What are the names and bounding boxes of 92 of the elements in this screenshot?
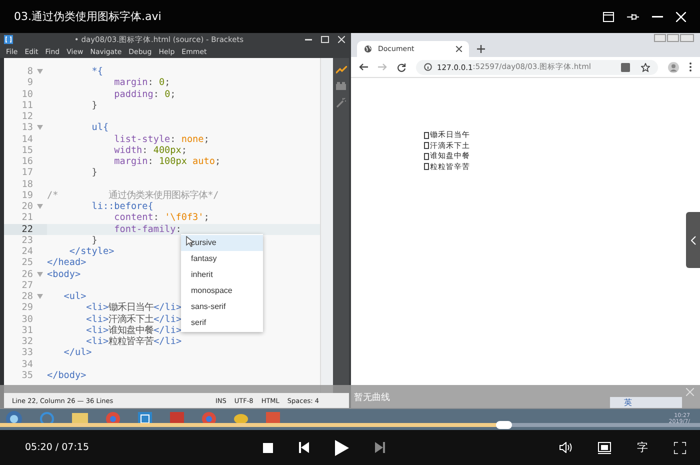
chevron-left-icon [690, 236, 696, 244]
code-line: width: 400px; [113, 144, 187, 156]
code-line: } [90, 167, 98, 178]
code-line: </body> [47, 370, 86, 381]
autocomplete-option[interactable]: cursive [181, 235, 263, 251]
line-number: 15 [20, 144, 34, 156]
translate-icon[interactable] [621, 62, 630, 72]
line-number: 20 [4, 201, 47, 212]
line-number: 28 [4, 291, 47, 302]
next-icon[interactable] [375, 442, 385, 453]
code-line: </head> [47, 257, 86, 268]
screen-icon[interactable] [598, 442, 611, 454]
line-number: 33 [20, 347, 34, 358]
reload-icon[interactable] [397, 62, 406, 72]
autocomplete-option[interactable]: sans-serif [181, 299, 263, 315]
progress-handle[interactable] [496, 421, 512, 429]
code-line: } [90, 234, 98, 246]
code-line: margin: 100px auto; [113, 156, 221, 168]
line-number: 21 [20, 212, 34, 224]
close-tab-icon[interactable] [456, 46, 462, 52]
input-method-toolbar[interactable]: 英 [610, 396, 682, 408]
autocomplete-option[interactable]: inherit [181, 267, 263, 283]
code-line: content: '\f0f3'; [113, 212, 210, 224]
extension-blocks-icon[interactable] [336, 82, 346, 90]
code-line: ul{ [90, 122, 109, 134]
line-number: 30 [20, 314, 34, 325]
autocomplete-option[interactable]: fantasy [181, 251, 263, 267]
code-line: *{ [90, 66, 103, 78]
play-icon[interactable] [335, 440, 349, 456]
code-line: <li>汗滴禾下土</li> [85, 314, 182, 325]
line-number: 13 [4, 122, 47, 134]
video-title: 03.通过伪类使用图标字体.avi [14, 9, 162, 24]
line-number: 11 [20, 100, 34, 111]
new-tab-icon[interactable] [477, 45, 485, 53]
line-number: 25 [20, 257, 34, 268]
line-number: 9 [26, 77, 34, 88]
code-line: li::before{ [90, 201, 154, 212]
line-number: 10 [20, 88, 34, 100]
bracket-logo-icon [4, 35, 13, 44]
playback-time: 05:20 / 07:15 [25, 442, 89, 453]
fullscreen-icon[interactable] [674, 442, 686, 454]
code-line: /* 通过伪类来使用图标字体*/ [47, 190, 219, 201]
autocomplete-option[interactable]: serif [181, 315, 263, 331]
code-line: <li>谁知盘中餐</li> [85, 324, 182, 336]
line-number: 29 [20, 302, 34, 314]
line-number: 34 [20, 358, 34, 370]
minimize-icon[interactable] [652, 16, 663, 18]
volume-icon[interactable] [559, 442, 572, 453]
code-line: font-family: [113, 224, 182, 235]
line-number: 35 [20, 370, 34, 381]
line-number: 32 [20, 336, 34, 348]
previous-icon[interactable] [299, 442, 309, 453]
line-number: 19 [20, 190, 34, 201]
pin-icon[interactable] [627, 12, 639, 22]
line-number: 22 [4, 224, 47, 235]
star-icon[interactable] [641, 62, 650, 72]
line-number: 18 [20, 178, 34, 190]
globe-icon [364, 45, 372, 53]
code-line: } [90, 100, 98, 111]
menu-icon[interactable] [689, 62, 692, 72]
progress-track[interactable] [0, 423, 700, 427]
line-number: 24 [20, 246, 34, 258]
line-number: 12 [20, 111, 34, 122]
stop-icon[interactable] [263, 442, 273, 452]
line-number: 8 [4, 66, 47, 78]
avatar-icon[interactable] [668, 62, 679, 72]
back-arrow-icon[interactable] [359, 63, 368, 71]
code-line: </style> [68, 246, 114, 258]
subtitle-button[interactable]: 字 [637, 440, 648, 455]
line-number: 31 [20, 324, 34, 336]
line-number: 23 [20, 234, 34, 246]
side-panel-handle[interactable] [686, 212, 700, 268]
code-line: <ul> [62, 291, 86, 302]
code-line: <li>锄禾日当午</li> [85, 302, 182, 314]
chat-bubble-icon[interactable] [234, 413, 248, 425]
live-preview-icon[interactable] [336, 66, 346, 74]
code-line: </ul> [62, 347, 92, 358]
line-number: 16 [20, 156, 34, 168]
code-line: <li>粒粒皆辛苦</li> [85, 336, 182, 348]
line-number: 26 [4, 268, 47, 280]
code-line: margin: 0; [113, 77, 170, 88]
line-number: 27 [20, 280, 34, 291]
code-line: list-style: none; [113, 134, 210, 145]
overlay-message: 暂无曲线 [354, 392, 390, 404]
code-line: <body> [47, 268, 81, 280]
wand-icon[interactable] [336, 98, 346, 108]
line-number: 14 [20, 134, 34, 145]
line-number: 17 [20, 167, 34, 178]
code-line: padding: 0; [113, 88, 176, 100]
info-icon [424, 63, 432, 71]
minimize-icon[interactable] [305, 38, 312, 40]
autocomplete-option[interactable]: monospace [181, 283, 263, 299]
